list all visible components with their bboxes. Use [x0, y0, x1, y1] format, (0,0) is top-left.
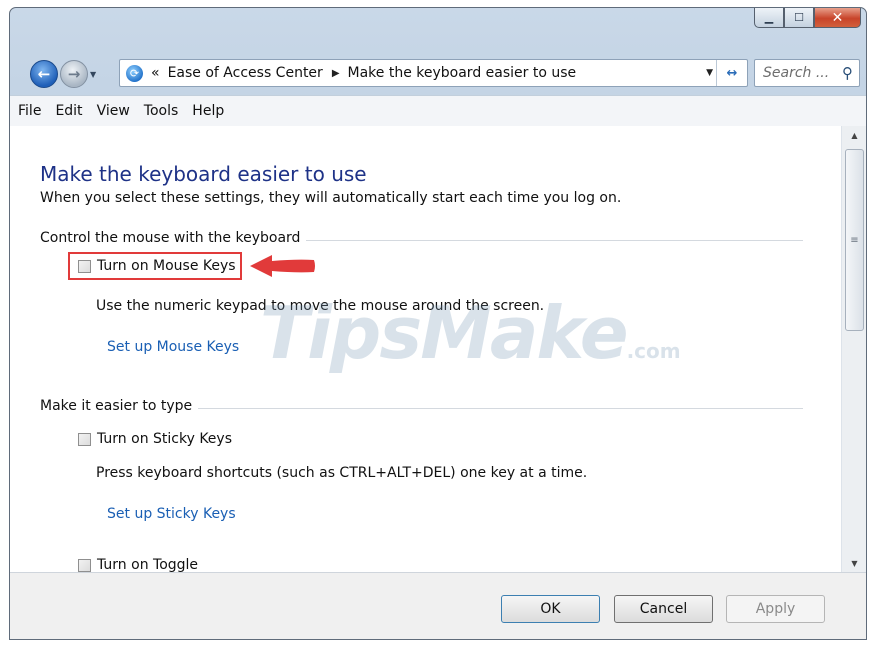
scroll-down-icon[interactable]: ▼: [842, 554, 866, 572]
mouse-keys-description: Use the numeric keypad to move the mouse…: [96, 298, 545, 314]
checkbox-box[interactable]: [78, 432, 91, 446]
toggle-keys-checkbox[interactable]: Turn on Toggle: [78, 557, 198, 573]
section-heading-typing: Make it easier to type: [40, 398, 199, 414]
search-icon[interactable]: ⚲: [842, 64, 853, 82]
sticky-keys-checkbox[interactable]: Turn on Sticky Keys: [78, 431, 232, 447]
annotation-arrow-icon: [250, 255, 315, 277]
forward-arrow-icon[interactable]: →: [60, 60, 88, 88]
checkbox-box[interactable]: [78, 558, 91, 572]
content-pane: Make the keyboard easier to use When you…: [10, 126, 841, 573]
page-subtitle: When you select these settings, they wil…: [40, 190, 622, 206]
menu-help[interactable]: Help: [192, 103, 224, 119]
scroll-thumb[interactable]: ≡: [845, 149, 864, 331]
breadcrumb-overflow[interactable]: «: [151, 65, 160, 81]
dialog-footer: OK Cancel Apply: [10, 572, 866, 639]
back-arrow-icon[interactable]: ←: [30, 60, 58, 88]
breadcrumb-ease-of-access[interactable]: Ease of Access Center: [168, 65, 323, 81]
section-heading-mouse: Control the mouse with the keyboard: [40, 230, 307, 246]
sticky-keys-description: Press keyboard shortcuts (such as CTRL+A…: [96, 465, 588, 481]
address-bar[interactable]: ⟳ « Ease of Access Center ▶ Make the key…: [119, 59, 748, 87]
address-dropdown-icon[interactable]: ▼: [706, 68, 713, 78]
watermark-suffix: .com: [626, 339, 681, 363]
maximize-icon[interactable]: ☐: [784, 8, 814, 28]
apply-button[interactable]: Apply: [726, 595, 825, 623]
annotation-highlight-box: [68, 252, 242, 280]
recent-pages-dropdown-icon[interactable]: ▼: [90, 70, 96, 79]
search-placeholder: Search ...: [763, 65, 830, 81]
menu-view[interactable]: View: [97, 103, 130, 119]
ok-button[interactable]: OK: [501, 595, 600, 623]
window: ▁ ☐ ✕ ← → ▼ ⟳ « Ease of Access Center ▶ …: [9, 7, 867, 640]
vertical-scrollbar[interactable]: ▲ ≡ ▼: [841, 126, 866, 572]
menu-tools[interactable]: Tools: [144, 103, 179, 119]
set-up-sticky-keys-link[interactable]: Set up Sticky Keys: [107, 506, 236, 522]
close-icon[interactable]: ✕: [814, 8, 861, 28]
menu-edit[interactable]: Edit: [55, 103, 82, 119]
set-up-mouse-keys-link[interactable]: Set up Mouse Keys: [107, 339, 239, 355]
toggle-keys-label[interactable]: Turn on Toggle: [97, 557, 198, 573]
control-panel-icon: ⟳: [126, 64, 143, 82]
menu-bar: File Edit View Tools Help: [10, 95, 866, 127]
breadcrumb-current-page[interactable]: Make the keyboard easier to use: [348, 65, 577, 81]
scroll-up-icon[interactable]: ▲: [842, 126, 866, 144]
breadcrumb-separator-icon[interactable]: ▶: [332, 68, 340, 79]
minimize-icon[interactable]: ▁: [754, 8, 784, 28]
navigation-bar: ← → ▼ ⟳ « Ease of Access Center ▶ Make t…: [10, 56, 866, 90]
search-input[interactable]: Search ... ⚲: [754, 59, 860, 87]
caption-buttons: ▁ ☐ ✕: [754, 8, 861, 28]
refresh-icon[interactable]: ↔: [716, 60, 747, 86]
page-title: Make the keyboard easier to use: [40, 162, 367, 186]
cancel-button[interactable]: Cancel: [614, 595, 713, 623]
sticky-keys-label[interactable]: Turn on Sticky Keys: [97, 431, 232, 447]
menu-file[interactable]: File: [18, 103, 41, 119]
